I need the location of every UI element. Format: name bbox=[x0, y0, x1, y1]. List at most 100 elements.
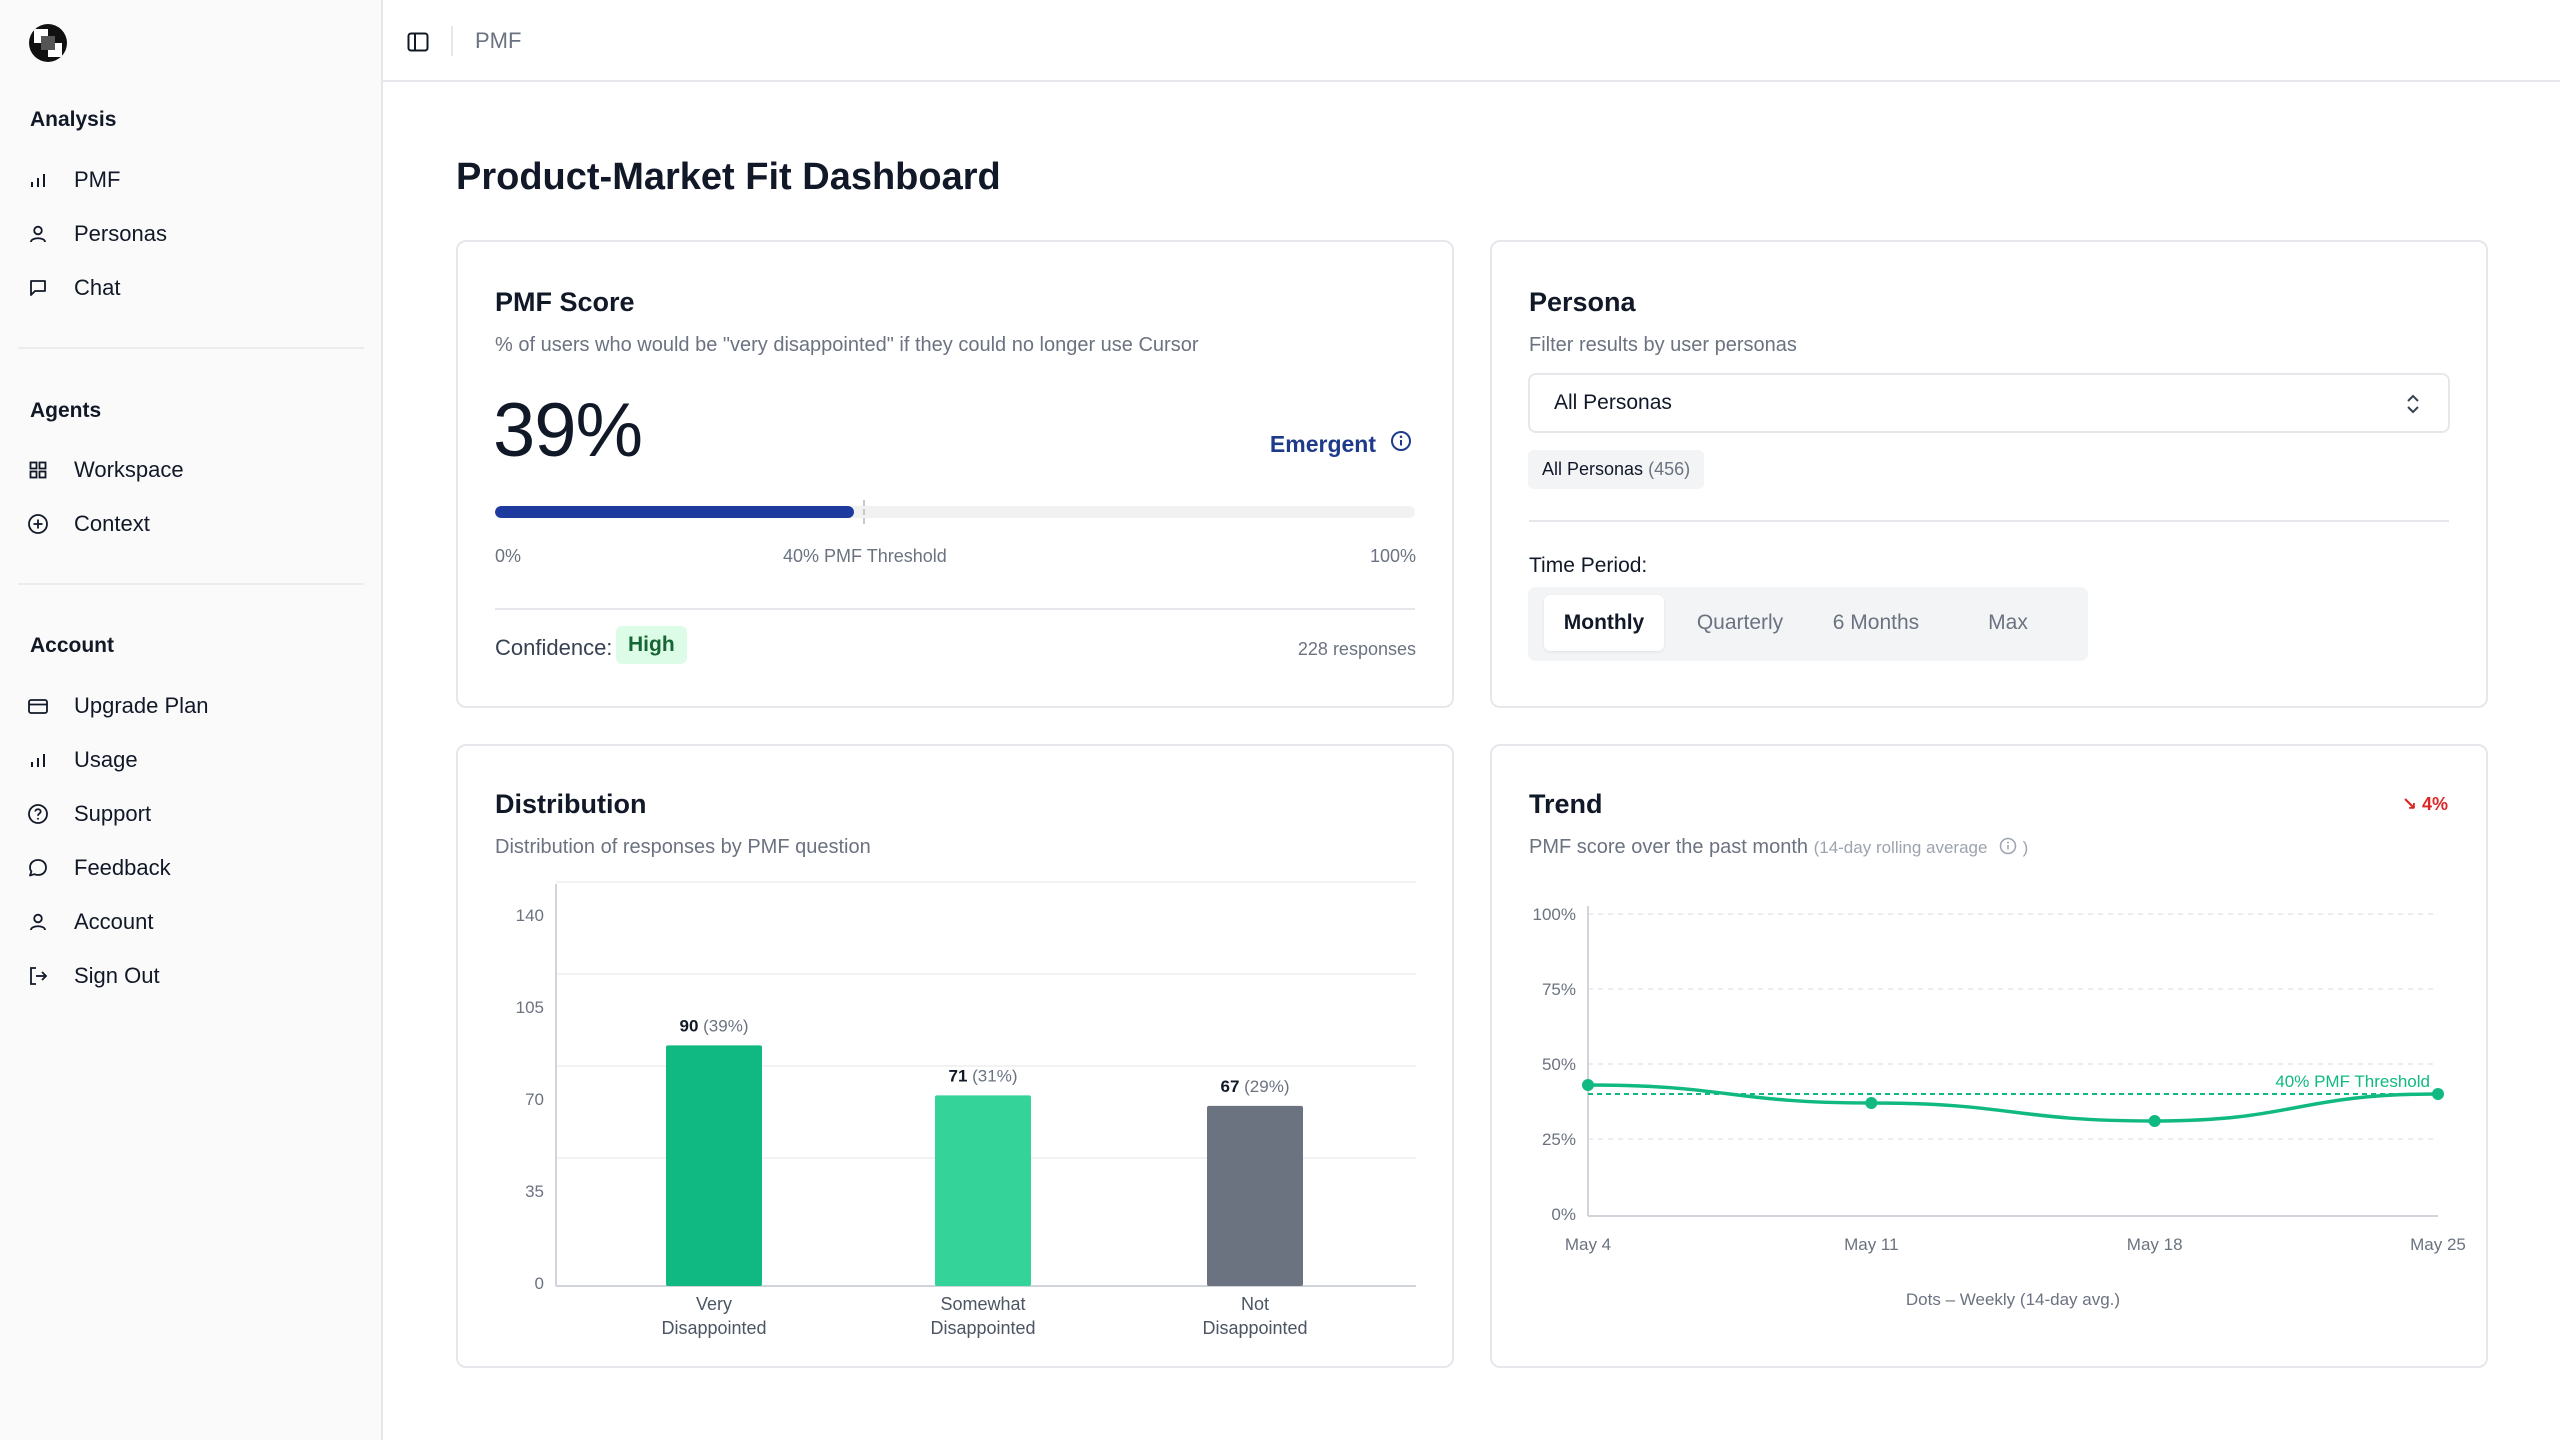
sidebar-item-usage[interactable]: Usage bbox=[18, 737, 364, 783]
sidebar-item-feedback[interactable]: Feedback bbox=[18, 845, 364, 891]
card-title: Persona bbox=[1529, 287, 1636, 317]
pmf-status: Emergent bbox=[1270, 430, 1412, 458]
message-square-icon bbox=[20, 270, 56, 306]
sidebar-section-title: Agents bbox=[30, 399, 102, 422]
x-tick-label: Disappointed bbox=[1202, 1318, 1307, 1338]
period-quarterly[interactable]: Quarterly bbox=[1676, 595, 1804, 651]
sidebar-toggle-icon[interactable] bbox=[403, 27, 433, 57]
period-6-months[interactable]: 6 Months bbox=[1812, 595, 1940, 651]
sidebar-item-pmf[interactable]: PMF bbox=[18, 157, 364, 203]
card-subtitle: % of users who would be "very disappoint… bbox=[495, 334, 1199, 356]
bar-value-label: 67 (29%) bbox=[1221, 1077, 1290, 1096]
persona-chip-count: (456) bbox=[1648, 459, 1691, 479]
sidebar-item-personas[interactable]: Personas bbox=[18, 211, 364, 257]
sidebar-section-title: Account bbox=[30, 634, 114, 657]
y-tick-label: 70 bbox=[525, 1090, 544, 1109]
user-icon bbox=[20, 904, 56, 940]
sidebar-item-chat[interactable]: Chat bbox=[18, 265, 364, 311]
bar bbox=[1207, 1105, 1303, 1286]
bar-chart-icon bbox=[20, 742, 56, 778]
time-period-label: Time Period: bbox=[1529, 554, 1648, 577]
pmf-score-value: 39% bbox=[493, 388, 643, 473]
y-tick-label: 35 bbox=[525, 1182, 544, 1201]
persona-chip[interactable]: All Personas (456) bbox=[1528, 450, 1705, 489]
top-bar: PMF bbox=[383, 0, 2560, 82]
sidebar-divider bbox=[18, 583, 364, 585]
sidebar-item-label: Support bbox=[74, 801, 152, 826]
user-icon bbox=[20, 216, 56, 252]
bar bbox=[666, 1045, 762, 1286]
persona-select-value: All Personas bbox=[1554, 391, 1672, 414]
persona-card: Persona Filter results by user personas … bbox=[1490, 240, 2488, 708]
x-tick-label: Disappointed bbox=[930, 1318, 1035, 1338]
pmf-score-card: PMF Score % of users who would be "very … bbox=[456, 240, 1454, 708]
trend-point bbox=[1582, 1079, 1594, 1091]
sidebar-item-context[interactable]: Context bbox=[18, 501, 364, 547]
sidebar-item-label: Upgrade Plan bbox=[74, 693, 209, 718]
sidebar-item-sign-out[interactable]: Sign Out bbox=[18, 953, 364, 999]
period-max[interactable]: Max bbox=[1948, 595, 2068, 651]
credit-card-icon bbox=[20, 688, 56, 724]
plus-circle-icon bbox=[20, 506, 56, 542]
y-tick-label: 75% bbox=[1542, 980, 1576, 999]
bar-value-label: 90 (39%) bbox=[680, 1016, 749, 1035]
card-divider bbox=[495, 608, 1415, 610]
sidebar-item-account[interactable]: Account bbox=[18, 899, 364, 945]
trend-point bbox=[1865, 1097, 1878, 1109]
x-tick-label: Disappointed bbox=[661, 1318, 766, 1338]
bar-chart-icon bbox=[20, 162, 56, 198]
sidebar-item-label: Sign Out bbox=[74, 963, 160, 988]
response-count: 228 responses bbox=[1297, 639, 1416, 659]
confidence-badge: High bbox=[616, 626, 687, 664]
info-icon[interactable] bbox=[1390, 430, 1412, 458]
persona-chip-label: All Personas bbox=[1542, 459, 1644, 479]
y-tick-label: 0 bbox=[535, 1274, 544, 1293]
x-tick-label: Not bbox=[1241, 1294, 1269, 1314]
tick-min: 0% bbox=[495, 546, 522, 566]
sidebar-item-label: Account bbox=[74, 909, 154, 934]
y-tick-label: 0% bbox=[1551, 1205, 1576, 1224]
period-monthly[interactable]: Monthly bbox=[1544, 595, 1664, 651]
distribution-bar-chart: 0 35 70 105 140 90 (39%) Very Disappointed 71 (3… bbox=[516, 881, 1416, 1338]
tick-max: 100% bbox=[1369, 546, 1416, 566]
bar bbox=[935, 1095, 1031, 1286]
log-out-icon bbox=[20, 958, 56, 994]
message-circle-icon bbox=[20, 850, 56, 886]
grid-icon bbox=[20, 452, 56, 488]
sidebar: Analysis PMF Personas Chat Agents Workspace Co… bbox=[0, 0, 383, 1440]
y-tick-label: 100% bbox=[1533, 905, 1576, 924]
bar-value-label: 71 (31%) bbox=[949, 1066, 1018, 1085]
y-tick-label: 140 bbox=[516, 906, 544, 925]
help-circle-icon bbox=[20, 796, 56, 832]
persona-select[interactable]: All Personas bbox=[1528, 373, 2450, 433]
sidebar-item-label: Workspace bbox=[74, 457, 184, 482]
page-title: Product-Market Fit Dashboard bbox=[456, 156, 1001, 198]
x-tick-label: Very bbox=[696, 1294, 732, 1314]
sidebar-item-label: Context bbox=[74, 511, 150, 536]
y-tick-label: 25% bbox=[1542, 1130, 1576, 1149]
sidebar-item-support[interactable]: Support bbox=[18, 791, 364, 837]
y-tick-label: 105 bbox=[516, 998, 544, 1017]
trend-line-chart: 0% 25% 50% 75% 100% 40% PMF Threshold May 4 May… bbox=[1533, 905, 2466, 1309]
x-tick-label: May 25 bbox=[2410, 1235, 2466, 1254]
breadcrumb[interactable]: PMF bbox=[475, 28, 521, 54]
threshold-label: 40% PMF Threshold bbox=[2275, 1072, 2430, 1091]
sidebar-item-label: PMF bbox=[74, 167, 121, 192]
sidebar-item-upgrade-plan[interactable]: Upgrade Plan bbox=[18, 683, 364, 729]
x-tick-label: May 4 bbox=[1565, 1235, 1611, 1254]
threshold-marker bbox=[863, 500, 865, 524]
trend-card: Trend PMF score over the past month (14-… bbox=[1490, 744, 2488, 1368]
y-tick-label: 50% bbox=[1542, 1055, 1576, 1074]
x-tick-label: May 11 bbox=[1844, 1235, 1899, 1254]
trend-point bbox=[2148, 1115, 2161, 1127]
pmf-status-label: Emergent bbox=[1269, 430, 1376, 457]
card-subtitle: Filter results by user personas bbox=[1529, 334, 1797, 356]
card-divider bbox=[1529, 520, 2449, 522]
app-logo[interactable] bbox=[29, 24, 67, 62]
tick-threshold: 40% PMF Threshold bbox=[783, 546, 947, 566]
time-period-toggle: Monthly Quarterly 6 Months Max bbox=[1528, 587, 2088, 661]
sidebar-item-label: Personas bbox=[74, 221, 167, 246]
sidebar-item-workspace[interactable]: Workspace bbox=[18, 447, 364, 493]
distribution-card: Distribution Distribution of responses b… bbox=[456, 744, 1454, 1368]
sidebar-item-label: Feedback bbox=[74, 855, 171, 880]
